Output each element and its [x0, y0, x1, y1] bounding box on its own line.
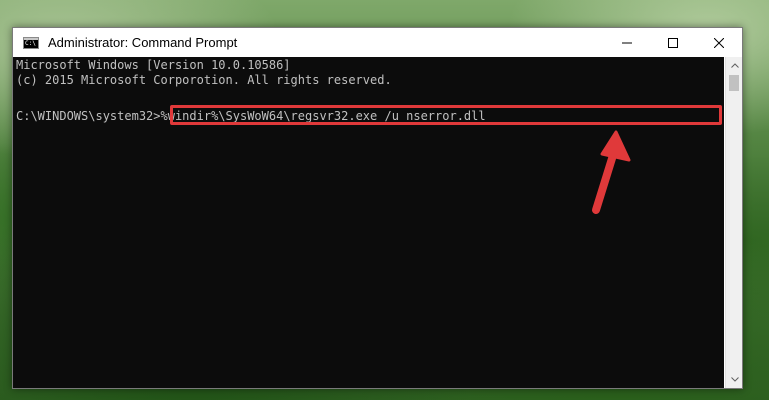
close-button[interactable] [696, 28, 742, 57]
window-title: Administrator: Command Prompt [48, 35, 238, 50]
title-bar[interactable]: C:\ Administrator: Command Prompt [13, 28, 742, 57]
command-prompt-icon: C:\ [23, 36, 39, 49]
scroll-up-button[interactable] [726, 57, 743, 74]
close-icon [714, 37, 724, 48]
chevron-down-icon [730, 377, 739, 382]
console-copyright-line: (c) 2015 Microsoft Corporotion. All righ… [16, 73, 392, 87]
vertical-scrollbar[interactable] [725, 57, 742, 388]
minimize-icon [622, 42, 632, 43]
annotation-arrow-icon [592, 130, 631, 214]
command-prompt-window: C:\ Administrator: Command Prompt Micros… [12, 27, 743, 389]
scroll-thumb[interactable] [729, 75, 739, 91]
chevron-up-icon [730, 63, 739, 68]
minimize-button[interactable] [604, 28, 650, 57]
console-command-line: C:\WINDOWS\system32>%windir%\SysWoW64\re… [16, 109, 486, 124]
caption-buttons [604, 28, 742, 57]
maximize-icon [668, 37, 678, 48]
console-version-line: Microsoft Windows [Version 10.0.10586] [16, 58, 291, 72]
maximize-button[interactable] [650, 28, 696, 57]
scroll-down-button[interactable] [726, 371, 743, 388]
command-prompt-path: C:\WINDOWS\system32> [16, 109, 161, 123]
command-input-text[interactable]: %windir%\SysWoW64\regsvr32.exe /u nserro… [161, 109, 486, 123]
